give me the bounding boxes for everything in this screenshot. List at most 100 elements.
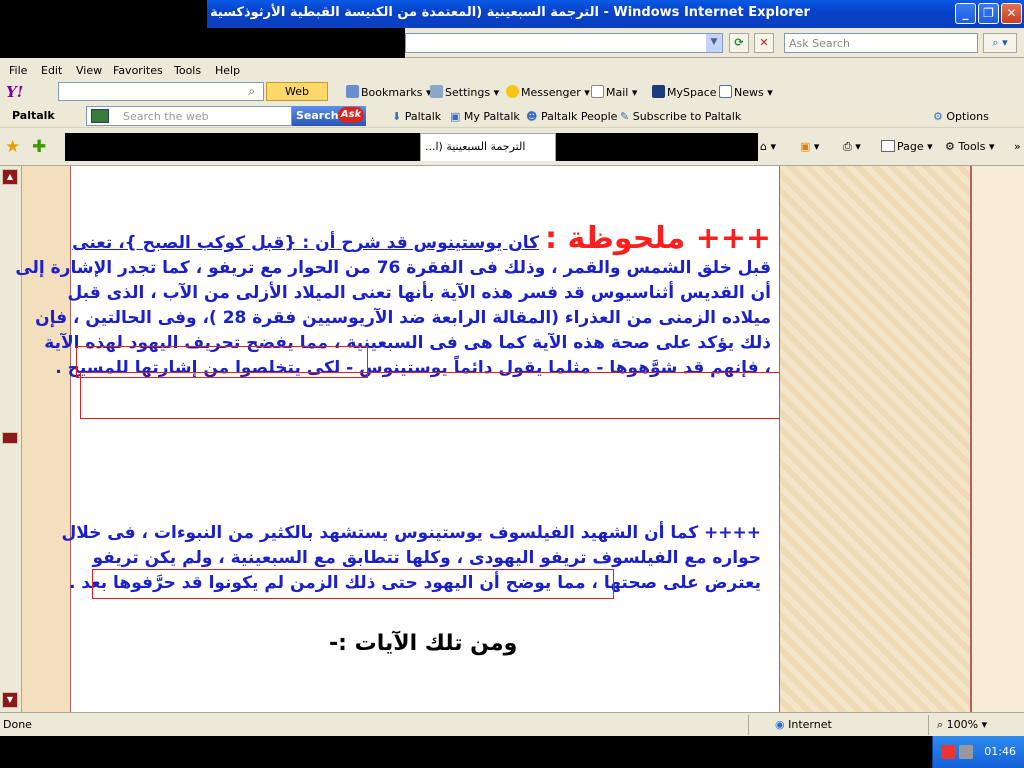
search-input[interactable]: Ask Search xyxy=(784,33,978,53)
rss-feed-icon[interactable]: ▣ ▾ xyxy=(800,140,819,153)
favorites-star-icon[interactable]: ★ xyxy=(5,137,20,157)
note-line: أن القديس أثناسيوس قد فسر هذه الآية بأنه… xyxy=(67,283,772,303)
print-icon[interactable]: ⎙ ▾ xyxy=(843,140,861,154)
menu-view[interactable]: View xyxy=(76,64,102,77)
divider xyxy=(928,715,929,735)
window-title: الترجمة السبعينية (المعتمدة من الكنيسة ا… xyxy=(210,5,810,20)
tools-menu[interactable]: ⚙ Tools ▾ xyxy=(945,140,995,153)
menu-edit[interactable]: Edit xyxy=(41,64,62,77)
overflow-chevron-icon[interactable]: » xyxy=(1014,140,1021,153)
clock: 01:46 xyxy=(984,745,1016,758)
news-icon xyxy=(719,85,732,98)
paragraph-line: ++++ كما أن الشهيد الفيلسوف يوستينوس يست… xyxy=(61,523,761,543)
paltalk-people-link[interactable]: ☻ Paltalk People xyxy=(526,110,617,123)
scroll-up-arrow-icon[interactable]: ▲ xyxy=(2,169,18,185)
pen-icon: ✎ xyxy=(620,110,633,123)
address-dropdown-icon[interactable]: ▼ xyxy=(706,34,722,52)
highlight-box xyxy=(80,372,783,419)
add-favorite-icon[interactable]: ✚ xyxy=(32,137,46,157)
status-text: Done xyxy=(3,718,32,731)
article-page: +++ ملحوظة : كان يوستينوس قد شرح أن : {ق… xyxy=(15,166,780,712)
myspace-icon xyxy=(652,85,665,98)
taskbar: 01:46 xyxy=(0,736,1024,768)
scroll-down-arrow-icon[interactable]: ▼ xyxy=(2,692,18,708)
background-right xyxy=(780,166,972,712)
tab-active[interactable]: ...الترجمة السبعينية (ا xyxy=(420,133,556,161)
gear-icon: ⚙ xyxy=(945,140,959,153)
left-scroll-frame: ▲ ▼ xyxy=(0,166,22,712)
bookmarks-button[interactable]: Bookmarks ▾ xyxy=(346,85,432,99)
tab-bar: ★ ✚ ...الترجمة السبعينية (ا ⌂ ▾ ▣ ▾ ⎙ ▾ … xyxy=(0,128,1024,166)
page-viewport: ▲ ▼ +++ ملحوظة : كان يوستينوس قد شرح أن … xyxy=(0,166,1024,712)
menu-help[interactable]: Help xyxy=(215,64,240,77)
messenger-button[interactable]: Messenger ▾ xyxy=(506,85,590,99)
redacted-area xyxy=(0,0,207,28)
note-line: كان يوستينوس قد شرح أن : {قبل كوكب الصبح… xyxy=(72,233,540,253)
note-title: +++ ملحوظة : xyxy=(545,221,771,256)
menu-file[interactable]: File xyxy=(9,64,27,77)
gear-icon: ⚙ xyxy=(933,110,947,123)
engine-icon[interactable] xyxy=(91,109,109,123)
maximize-button[interactable]: ❐ xyxy=(978,3,999,24)
subscribe-link[interactable]: ✎ Subscribe to Paltalk xyxy=(620,110,741,123)
menu-bar: File Edit View Favorites Tools Help xyxy=(0,58,1024,80)
title-bar: الترجمة السبعينية (المعتمدة من الكنيسة ا… xyxy=(0,0,1024,28)
web-search-button[interactable]: Web Search xyxy=(266,82,328,115)
page-icon xyxy=(881,140,895,152)
search-icon: ⌕ xyxy=(248,84,255,98)
status-bar: Done ◉ Internet ⌕ 100% ▾ xyxy=(0,712,1024,736)
paltalk-search-button[interactable]: Search Ask xyxy=(292,106,366,126)
paragraph-line: حواره مع الفيلسوف تريفو اليهودى ، وكلها … xyxy=(92,548,761,568)
close-button[interactable]: ✕ xyxy=(1001,3,1022,24)
right-margin xyxy=(972,166,1024,712)
search-icon[interactable]: ⌕ ▾ xyxy=(983,33,1017,53)
security-zone[interactable]: ◉ Internet xyxy=(775,718,832,731)
settings-button[interactable]: Settings ▾ xyxy=(430,85,499,99)
home-icon[interactable]: ⌂ ▾ xyxy=(760,140,776,153)
address-bar: ▼ ⟳ ✕ Ask Search ⌕ ▾ xyxy=(0,28,1024,58)
paltalk-link[interactable]: ⬇ Paltalk xyxy=(392,110,441,123)
mail-button[interactable]: Mail ▾ xyxy=(591,85,637,99)
zoom-icon: ⌕ xyxy=(937,718,947,731)
refresh-icon[interactable]: ⟳ xyxy=(729,33,749,53)
people-icon: ☻ xyxy=(526,110,541,123)
paltalk-search-placeholder: Search the web xyxy=(123,110,209,123)
bookmark-icon xyxy=(346,85,359,98)
myspace-button[interactable]: MySpace xyxy=(652,85,717,99)
paltalk-logo[interactable]: Paltalk xyxy=(12,109,55,122)
divider xyxy=(748,715,749,735)
yahoo-search-input[interactable]: ⌕ xyxy=(58,82,264,101)
note-line: ميلاده الزمنى من العذراء (المقالة الرابع… xyxy=(35,308,771,328)
mail-icon xyxy=(591,85,604,98)
minimize-button[interactable]: _ xyxy=(955,3,976,24)
settings-icon xyxy=(430,85,443,98)
options-button[interactable]: ⚙ Options xyxy=(933,110,989,123)
stop-icon[interactable]: ✕ xyxy=(754,33,774,53)
menu-tools[interactable]: Tools xyxy=(174,64,201,77)
redacted-area xyxy=(556,133,758,161)
yahoo-logo[interactable]: Y! xyxy=(6,83,23,101)
paltalk-icon: ▣ xyxy=(450,110,464,123)
section-heading: ومن تلك الآيات :- xyxy=(329,631,518,656)
news-button[interactable]: News ▾ xyxy=(719,85,773,99)
scroll-thumb[interactable] xyxy=(2,432,18,444)
my-paltalk-link[interactable]: ▣ My Paltalk xyxy=(450,110,520,123)
background-left xyxy=(22,166,70,712)
ask-logo: Ask xyxy=(338,107,364,123)
redacted-area xyxy=(65,133,420,161)
menu-favorites[interactable]: Favorites xyxy=(113,64,163,77)
zoom-control[interactable]: ⌕ 100% ▾ xyxy=(937,718,987,732)
smiley-icon xyxy=(506,85,519,98)
download-icon: ⬇ xyxy=(392,110,405,123)
globe-icon: ◉ xyxy=(775,718,789,731)
network-icon[interactable] xyxy=(959,745,973,759)
system-tray: 01:46 xyxy=(932,736,1024,768)
page-menu[interactable]: Page ▾ xyxy=(881,140,933,153)
antivirus-icon[interactable] xyxy=(941,745,955,759)
address-input[interactable]: ▼ xyxy=(405,33,723,53)
yahoo-toolbar: Y! ⌕ Web Search Bookmarks ▾ Settings ▾ M… xyxy=(0,80,1024,115)
paltalk-toolbar: Paltalk Search the web Search Ask ⬇ Palt… xyxy=(0,104,1024,128)
paltalk-search-input[interactable]: Search the web xyxy=(86,106,292,126)
redacted-area xyxy=(0,28,405,58)
highlight-box xyxy=(92,569,614,599)
